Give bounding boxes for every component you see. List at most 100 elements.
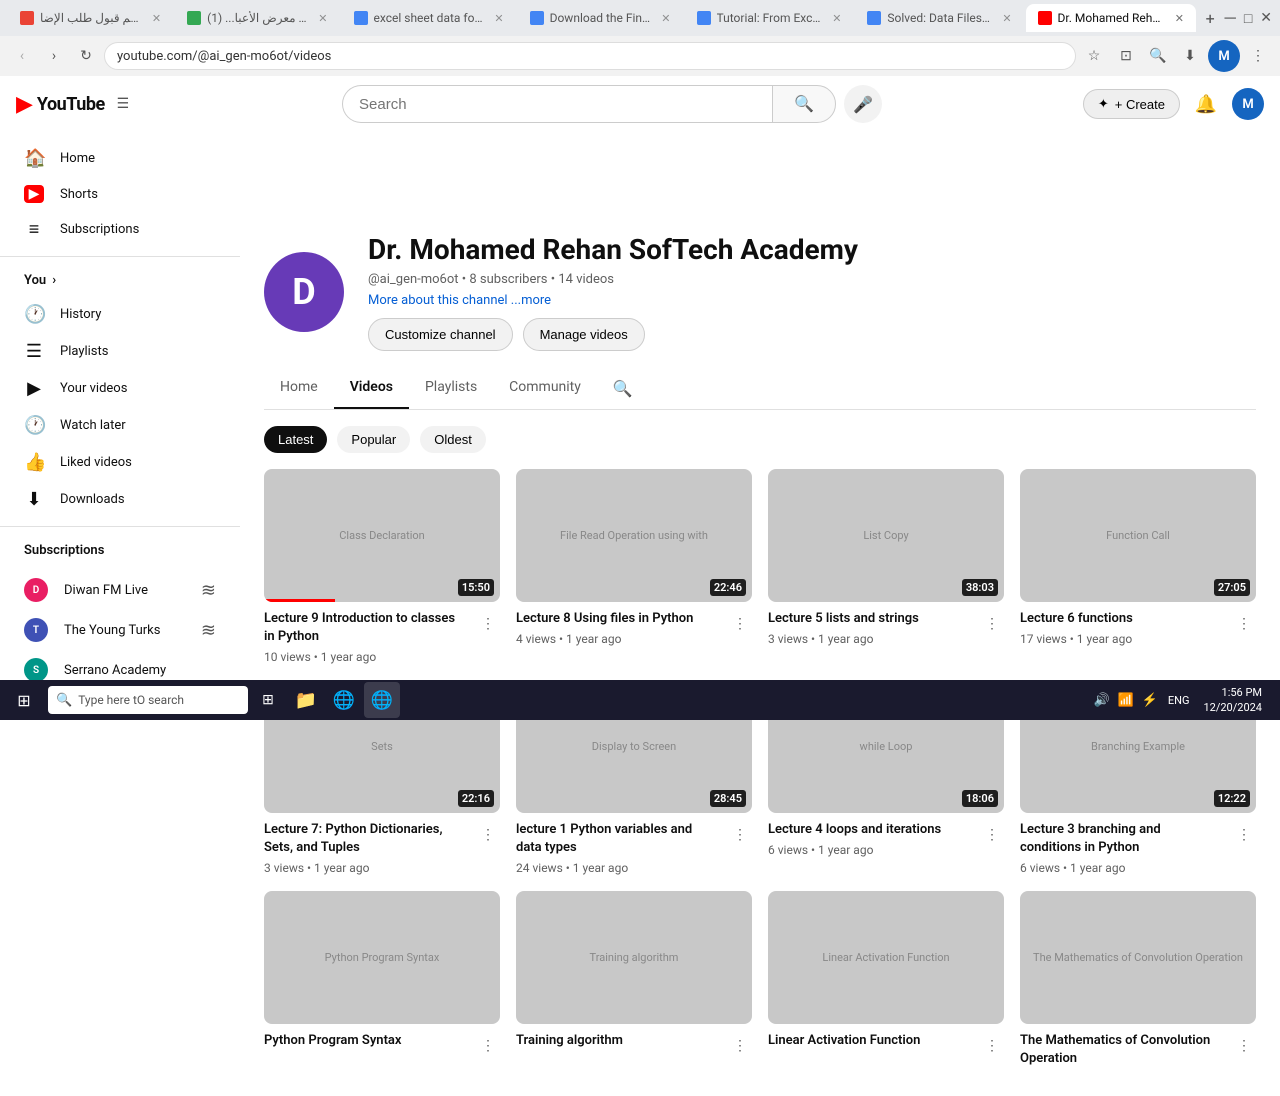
youtube-logo[interactable]: ▶ YouTube — [16, 92, 105, 117]
taskbar-search-box[interactable]: 🔍 Type here tO search — [48, 686, 248, 714]
tray-wifi-icon[interactable]: 📶 — [1116, 690, 1136, 710]
search-icon: 🔍 — [794, 94, 814, 114]
taskbar-active-chrome[interactable]: 🌐 — [364, 682, 400, 718]
video-title-v10: Training algorithm — [516, 1032, 718, 1050]
download-icon[interactable]: ⬇ — [1176, 42, 1204, 70]
tab-close-2[interactable]: ✕ — [318, 12, 327, 25]
back-button[interactable]: ‹ — [8, 42, 36, 70]
video-title-v11: Linear Activation Function — [768, 1032, 970, 1050]
video-card-v11[interactable]: Linear Activation Function Linear Activa… — [768, 891, 1004, 1072]
browser-tab-6[interactable]: Solved: Data Files for ... ✕ — [855, 4, 1023, 32]
taskbar-time: 1:56 PM — [1222, 685, 1262, 700]
video-meta-v3: 3 views • 1 year ago — [768, 632, 970, 646]
video-menu-v8[interactable]: ⋮ — [1232, 823, 1256, 847]
browser-tab-3[interactable]: excel sheet data for Po... ✕ — [342, 4, 516, 32]
taskbar-view-button[interactable]: ⊞ — [250, 682, 286, 718]
tab-close-7[interactable]: ✕ — [1175, 12, 1184, 25]
video-card-v4[interactable]: Function Call 27:05 Lecture 6 functions … — [1020, 469, 1256, 664]
close-button[interactable]: ✕ — [1260, 10, 1272, 26]
sidebar-item-subscriptions[interactable]: ≡ Subscriptions — [0, 211, 240, 248]
video-menu-v3[interactable]: ⋮ — [980, 612, 1004, 636]
forward-button[interactable]: › — [40, 42, 68, 70]
video-info-text-v6: lecture 1 Python variables and data type… — [516, 821, 718, 875]
sub-item-diwan[interactable]: D Diwan FM Live ≋ — [24, 570, 216, 610]
video-card-v10[interactable]: Training algorithm Training algorithm ⋮ — [516, 891, 752, 1072]
video-menu-v9[interactable]: ⋮ — [476, 1034, 500, 1058]
search-button[interactable]: 🔍 — [772, 85, 836, 123]
sidebar-item-shorts[interactable]: ▶ Shorts — [0, 177, 240, 211]
browser-tab-1[interactable]: لم يتم قبول طلب الإضا... ✕ — [8, 4, 173, 32]
manage-videos-button[interactable]: Manage videos — [523, 318, 645, 351]
video-card-v1[interactable]: Class Declaration 15:50 Lecture 9 Introd… — [264, 469, 500, 664]
filter-popular[interactable]: Popular — [337, 426, 410, 453]
video-menu-v10[interactable]: ⋮ — [728, 1034, 752, 1058]
browser-menu-icon[interactable]: ⋮ — [1244, 42, 1272, 70]
maximize-button[interactable]: □ — [1244, 10, 1252, 27]
video-card-v12[interactable]: The Mathematics of Convolution Operation… — [1020, 891, 1256, 1072]
sidebar-item-playlists[interactable]: ☰ Playlists — [0, 333, 240, 370]
sidebar-item-your-videos[interactable]: ▶ Your videos — [0, 370, 240, 407]
zoom-icon[interactable]: 🔍 — [1144, 42, 1172, 70]
tab-close-3[interactable]: ✕ — [494, 12, 503, 25]
sidebar-item-watch-later[interactable]: 🕐 Watch later — [0, 407, 240, 444]
tab-community[interactable]: Community — [493, 367, 597, 409]
cast-icon[interactable]: ⊡ — [1112, 42, 1140, 70]
create-button[interactable]: ✦ + Create — [1083, 89, 1180, 119]
customize-channel-button[interactable]: Customize channel — [368, 318, 513, 351]
tab-close-4[interactable]: ✕ — [661, 12, 670, 25]
tab-close-5[interactable]: ✕ — [832, 12, 841, 25]
mic-button[interactable]: 🎤 — [844, 85, 882, 123]
sidebar-item-downloads[interactable]: ⬇ Downloads — [0, 481, 240, 518]
tab-close-6[interactable]: ✕ — [1002, 12, 1011, 25]
taskbar-file-explorer[interactable]: 📁 — [288, 682, 324, 718]
minimize-button[interactable]: ─ — [1224, 8, 1235, 28]
start-button[interactable]: ⊞ — [4, 682, 44, 718]
filter-oldest[interactable]: Oldest — [420, 426, 486, 453]
tab-home[interactable]: Home — [264, 367, 334, 409]
reload-button[interactable]: ↻ — [72, 42, 100, 70]
tab-playlists[interactable]: Playlists — [409, 367, 493, 409]
taskbar-chrome[interactable]: 🌐 — [326, 682, 362, 718]
sidebar-toggle-icon[interactable]: ☰ — [117, 96, 130, 112]
url-input[interactable]: youtube.com/@ai_gen-mo6ot/videos — [104, 42, 1076, 70]
video-meta-v7: 6 views • 1 year ago — [768, 843, 970, 857]
sidebar-item-liked-videos[interactable]: 👍 Liked videos — [0, 444, 240, 481]
sub-item-turks[interactable]: T The Young Turks ≋ — [24, 610, 216, 650]
browser-account-avatar[interactable]: M — [1208, 40, 1240, 72]
video-menu-v11[interactable]: ⋮ — [980, 1034, 1004, 1058]
browser-tab-2[interactable]: إضافة معرض الأعبا... (1) ✕ — [175, 4, 339, 32]
video-menu-v7[interactable]: ⋮ — [980, 823, 1004, 847]
sidebar-item-home[interactable]: 🏠 Home — [0, 140, 240, 177]
search-input[interactable] — [342, 85, 772, 123]
sidebar-label-downloads: Downloads — [60, 492, 125, 507]
browser-tab-4[interactable]: Download the Financ... ✕ — [518, 4, 683, 32]
user-avatar[interactable]: M — [1232, 88, 1264, 120]
notification-bell[interactable]: 🔔 — [1188, 86, 1224, 122]
browser-tab-7[interactable]: Dr. Mohamed Rehan S... ✕ — [1026, 4, 1196, 32]
tab-close-1[interactable]: ✕ — [152, 12, 161, 25]
video-menu-v5[interactable]: ⋮ — [476, 823, 500, 847]
tray-network-icon[interactable]: 🔊 — [1092, 690, 1112, 710]
tray-battery-icon[interactable]: ⚡ — [1140, 690, 1160, 710]
tray-lang: ENG — [1168, 694, 1190, 707]
browser-tab-5[interactable]: Tutorial: From Excel w... ✕ — [685, 4, 854, 32]
video-title-v7: Lecture 4 loops and iterations — [768, 821, 970, 839]
bookmark-icon[interactable]: ☆ — [1080, 42, 1108, 70]
video-menu-v2[interactable]: ⋮ — [728, 612, 752, 636]
home-icon: 🏠 — [24, 148, 44, 169]
channel-search-icon[interactable]: 🔍 — [605, 371, 641, 406]
you-section-header[interactable]: You › — [0, 265, 240, 296]
video-card-v2[interactable]: File Read Operation using with 22:46 Lec… — [516, 469, 752, 664]
filter-latest[interactable]: Latest — [264, 426, 327, 453]
video-menu-v12[interactable]: ⋮ — [1232, 1034, 1256, 1058]
sidebar-item-history[interactable]: 🕐 History — [0, 296, 240, 333]
new-tab-button[interactable]: + — [1198, 4, 1223, 32]
divider-2 — [0, 526, 240, 527]
video-menu-v6[interactable]: ⋮ — [728, 823, 752, 847]
video-card-v3[interactable]: List Copy 38:03 Lecture 5 lists and stri… — [768, 469, 1004, 664]
video-menu-v1[interactable]: ⋮ — [476, 612, 500, 636]
channel-desc-more[interactable]: ...more — [511, 293, 551, 308]
video-menu-v4[interactable]: ⋮ — [1232, 612, 1256, 636]
video-card-v9[interactable]: Python Program Syntax Python Program Syn… — [264, 891, 500, 1072]
tab-videos[interactable]: Videos — [334, 367, 409, 409]
